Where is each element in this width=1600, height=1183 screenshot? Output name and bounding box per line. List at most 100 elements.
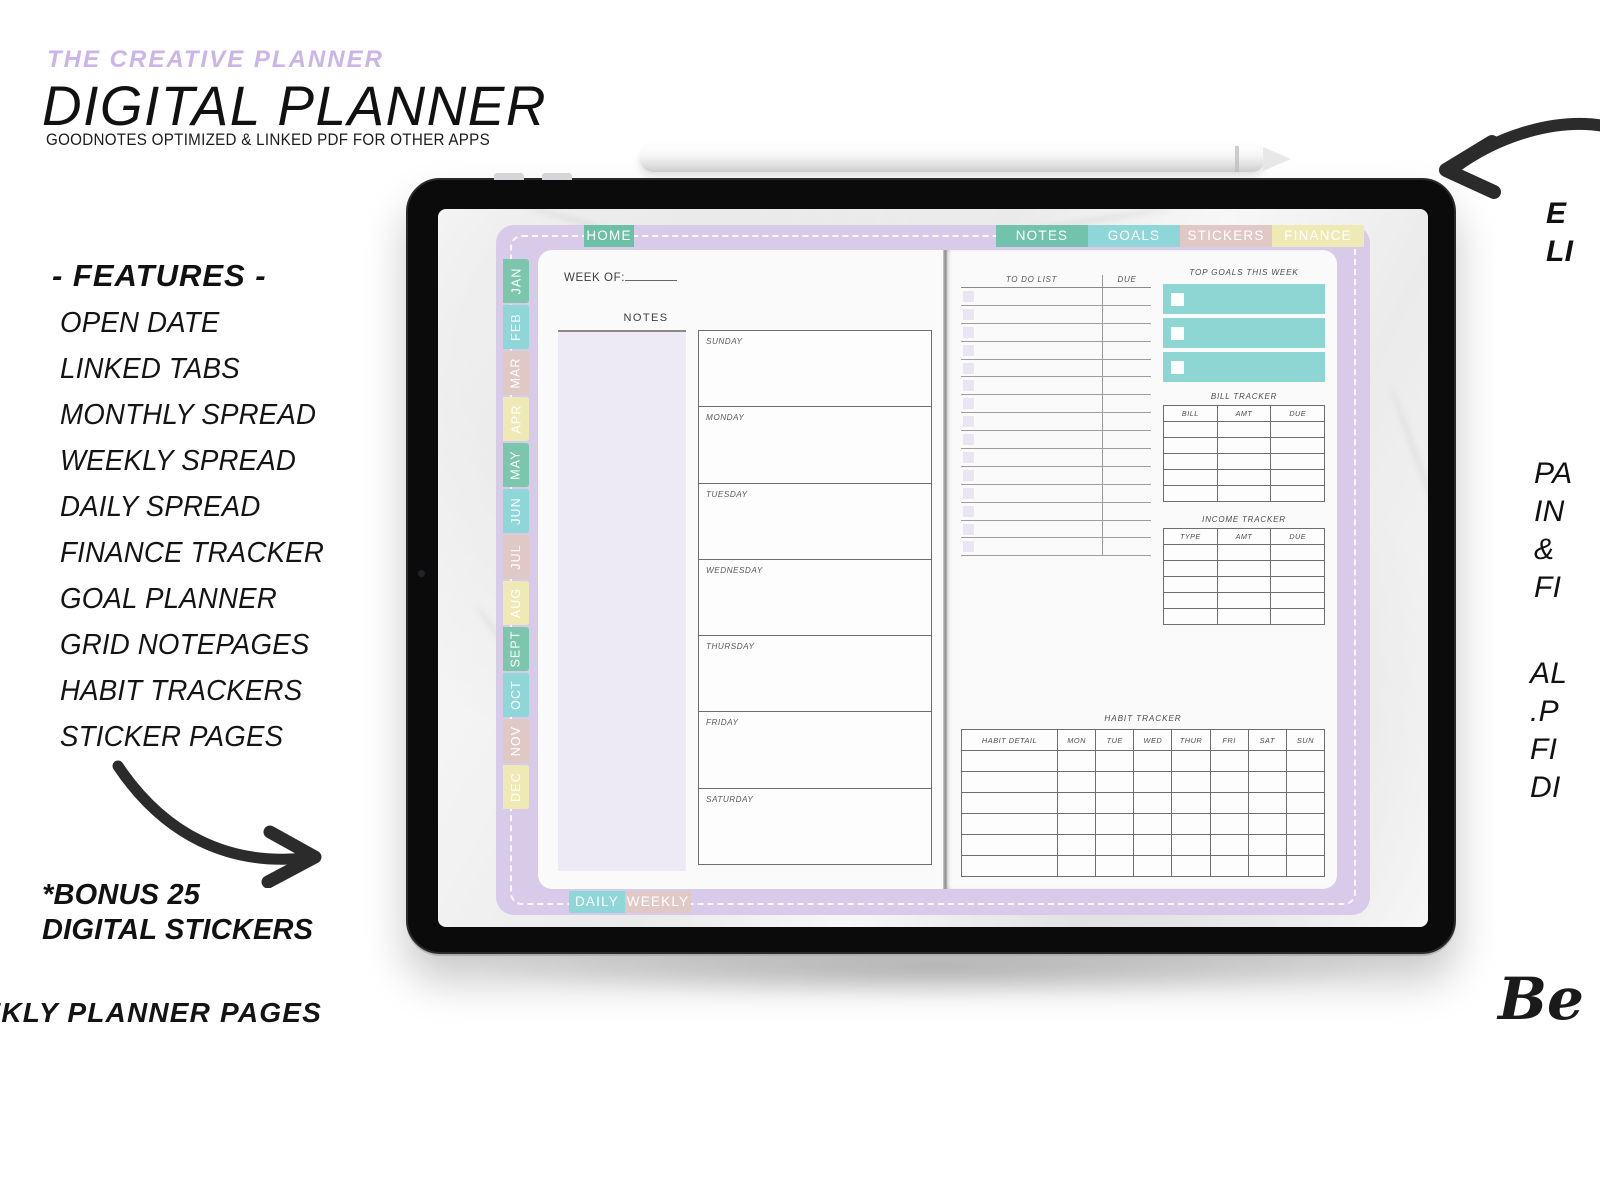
todo-checkbox[interactable]	[963, 541, 974, 553]
bill-tracker-cell[interactable]	[1216, 469, 1272, 486]
goal-checkbox[interactable]	[1171, 361, 1184, 374]
top-goal-row[interactable]	[1163, 318, 1325, 348]
month-tab-sept[interactable]: SEPT	[503, 627, 529, 671]
bill-tracker-row[interactable]	[1163, 485, 1325, 502]
habit-tracker-cell[interactable]	[1209, 834, 1249, 856]
habit-tracker-cell[interactable]	[1247, 792, 1287, 814]
todo-row[interactable]	[961, 466, 1151, 485]
volume-up-button[interactable]	[494, 173, 524, 180]
habit-tracker-cell[interactable]	[1056, 792, 1097, 814]
bill-tracker-cell[interactable]	[1163, 437, 1218, 454]
habit-tracker-cell[interactable]	[1209, 855, 1249, 877]
day-box-monday[interactable]: MONDAY	[698, 406, 932, 484]
month-tab-mar[interactable]: MAR	[503, 351, 529, 395]
day-box-sunday[interactable]: SUNDAY	[698, 330, 932, 408]
bill-tracker-row[interactable]	[1163, 469, 1325, 486]
habit-tracker-cell[interactable]	[1095, 750, 1135, 772]
habit-tracker-row[interactable]	[961, 855, 1326, 877]
bill-tracker-cell[interactable]	[1163, 421, 1218, 438]
income-tracker-cell[interactable]	[1216, 544, 1272, 561]
bill-tracker-table[interactable]: BILL AMT DUE	[1163, 405, 1325, 502]
todo-due-cell[interactable]	[1103, 288, 1151, 305]
todo-task-cell[interactable]	[961, 520, 1103, 538]
todo-checkbox[interactable]	[963, 416, 974, 428]
habit-tracker-row[interactable]	[961, 813, 1326, 835]
todo-row[interactable]	[961, 305, 1151, 324]
tab-finance[interactable]: FINANCE	[1272, 225, 1364, 247]
habit-tracker-cell[interactable]	[1171, 792, 1211, 814]
volume-down-button[interactable]	[542, 173, 572, 180]
todo-due-cell[interactable]	[1103, 377, 1151, 394]
income-tracker-cell[interactable]	[1270, 576, 1325, 593]
tab-weekly[interactable]: WEEKLY	[625, 891, 691, 913]
income-tracker-row[interactable]	[1163, 544, 1325, 561]
month-tab-apr[interactable]: APR	[503, 397, 529, 441]
todo-row[interactable]	[961, 341, 1151, 360]
todo-task-cell[interactable]	[961, 431, 1103, 449]
bill-tracker-cell[interactable]	[1216, 453, 1272, 470]
todo-task-cell[interactable]	[961, 359, 1103, 377]
habit-tracker-cell[interactable]	[1095, 771, 1135, 793]
bill-tracker-row[interactable]	[1163, 453, 1325, 470]
income-tracker-cell[interactable]	[1163, 544, 1218, 561]
todo-row[interactable]	[961, 520, 1151, 539]
habit-tracker-cell[interactable]	[1095, 855, 1135, 877]
goal-checkbox[interactable]	[1171, 293, 1184, 306]
bill-tracker-cell[interactable]	[1270, 437, 1325, 454]
todo-due-cell[interactable]	[1103, 431, 1151, 448]
day-box-thursday[interactable]: THURSDAY	[698, 635, 932, 713]
habit-tracker-cell[interactable]	[1095, 813, 1135, 835]
income-tracker-row[interactable]	[1163, 592, 1325, 609]
bill-tracker-row[interactable]	[1163, 421, 1325, 438]
income-tracker-cell[interactable]	[1216, 576, 1272, 593]
habit-tracker-cell[interactable]	[1209, 792, 1249, 814]
todo-row[interactable]	[961, 484, 1151, 503]
habit-tracker-cell[interactable]	[1209, 813, 1249, 835]
month-tab-oct[interactable]: OCT	[503, 673, 529, 717]
todo-row[interactable]	[961, 502, 1151, 521]
day-box-tuesday[interactable]: TUESDAY	[698, 482, 932, 560]
habit-tracker-cell[interactable]	[1171, 855, 1211, 877]
todo-due-cell[interactable]	[1103, 360, 1151, 377]
habit-tracker-cell[interactable]	[1095, 834, 1135, 856]
month-tab-may[interactable]: MAY	[503, 443, 529, 487]
income-tracker-row[interactable]	[1163, 576, 1325, 593]
todo-task-cell[interactable]	[961, 305, 1103, 323]
habit-tracker-cell[interactable]	[1285, 792, 1326, 814]
month-tab-aug[interactable]: AUG	[503, 581, 529, 625]
income-tracker-cell[interactable]	[1216, 608, 1272, 625]
todo-checkbox[interactable]	[963, 362, 974, 374]
bill-tracker-cell[interactable]	[1270, 453, 1325, 470]
habit-tracker-cell[interactable]	[1247, 750, 1287, 772]
tab-daily[interactable]: DAILY	[569, 891, 625, 913]
todo-due-cell[interactable]	[1103, 306, 1151, 323]
todo-row[interactable]	[961, 449, 1151, 467]
income-tracker-row[interactable]	[1163, 560, 1325, 577]
tab-home[interactable]: HOME	[584, 225, 634, 247]
habit-tracker-cell[interactable]	[961, 750, 1058, 772]
habit-tracker-cell[interactable]	[1247, 813, 1287, 835]
habit-tracker-cell[interactable]	[1285, 771, 1326, 793]
todo-due-cell[interactable]	[1103, 538, 1151, 555]
habit-tracker-cell[interactable]	[1171, 813, 1211, 835]
todo-task-cell[interactable]	[961, 395, 1103, 413]
habit-tracker-cell[interactable]	[1133, 834, 1173, 856]
todo-row[interactable]	[961, 377, 1151, 396]
todo-checkbox[interactable]	[963, 487, 974, 499]
week-of-field[interactable]: WEEK OF:	[564, 272, 678, 284]
todo-task-cell[interactable]	[961, 341, 1103, 359]
todo-due-cell[interactable]	[1103, 395, 1151, 412]
month-tab-jun[interactable]: JUN	[503, 489, 529, 533]
todo-checkbox[interactable]	[963, 398, 974, 410]
habit-tracker-row[interactable]	[961, 834, 1326, 856]
todo-task-cell[interactable]	[961, 538, 1103, 556]
income-tracker-cell[interactable]	[1270, 608, 1325, 625]
income-tracker-row[interactable]	[1163, 608, 1325, 625]
tab-notes[interactable]: NOTES	[996, 225, 1088, 247]
income-tracker-cell[interactable]	[1163, 560, 1218, 577]
todo-due-cell[interactable]	[1103, 342, 1151, 359]
todo-checkbox[interactable]	[963, 308, 974, 320]
bill-tracker-cell[interactable]	[1216, 421, 1272, 438]
habit-tracker-cell[interactable]	[1056, 855, 1097, 877]
tab-goals[interactable]: GOALS	[1088, 225, 1180, 247]
